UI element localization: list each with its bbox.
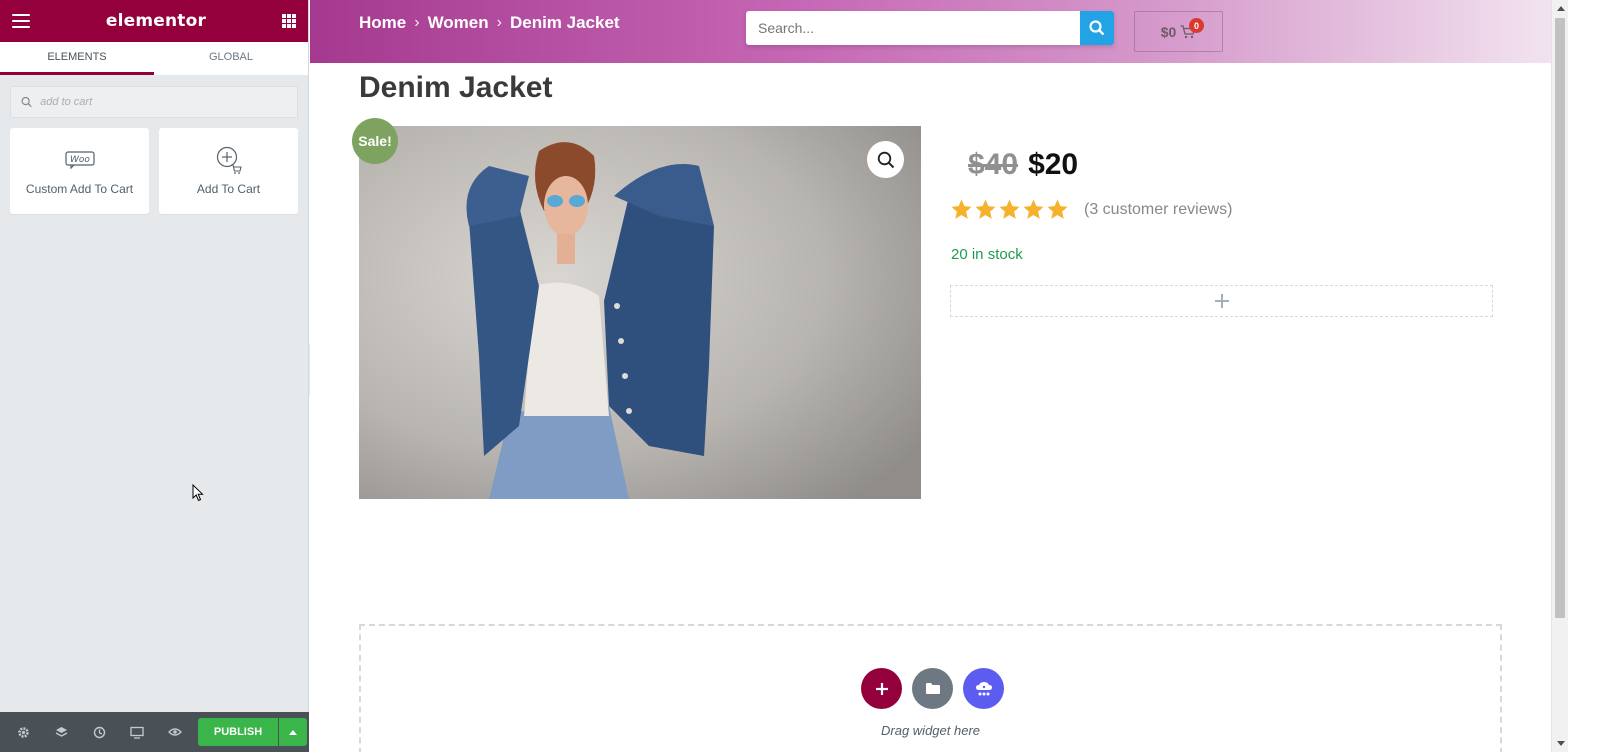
woo-icon: Woo: [64, 146, 95, 174]
chevron-right-icon: ›: [414, 14, 420, 31]
plus-icon: [1214, 294, 1229, 308]
add-section-button[interactable]: [861, 668, 902, 709]
scrollbar-thumb[interactable]: [1555, 18, 1565, 618]
panel-footer: PUBLISH: [0, 712, 309, 752]
search-button[interactable]: [1080, 11, 1114, 45]
widget-label: Add To Cart: [196, 182, 261, 196]
widget-custom-add-to-cart[interactable]: Woo Custom Add To Cart: [10, 128, 149, 214]
star-icon: [999, 199, 1020, 219]
product-image: [359, 126, 921, 499]
regular-price: $40: [968, 148, 1019, 181]
star-icon: [1023, 199, 1044, 219]
scroll-up-arrow-icon[interactable]: [1552, 0, 1569, 17]
add-element-placeholder[interactable]: [950, 285, 1493, 317]
layers-icon[interactable]: [42, 712, 80, 752]
publish-group: PUBLISH: [198, 718, 307, 746]
ai-template-button[interactable]: [963, 668, 1004, 709]
site-search: [746, 11, 1114, 45]
widget-add-to-cart[interactable]: Add To Cart: [159, 128, 298, 214]
star-icon: [1047, 199, 1068, 219]
breadcrumb-current: Denim Jacket: [509, 13, 620, 32]
menu-hamburger-icon[interactable]: [12, 14, 30, 28]
scroll-down-arrow-icon[interactable]: [1552, 735, 1569, 752]
plus-icon: [875, 682, 888, 695]
widget-label: Custom Add To Cart: [25, 182, 134, 196]
ai-cloud-icon: [975, 681, 992, 695]
magnifier-icon: [877, 151, 894, 168]
cart-total: $0: [1160, 23, 1177, 40]
site-header: Home › Women › Denim Jacket $0 0: [310, 0, 1551, 63]
sale-price: $20: [1028, 148, 1079, 181]
star-rating: [950, 198, 1069, 221]
cart-count-badge: 0: [1189, 18, 1204, 33]
price: $40 $20: [968, 148, 1078, 182]
settings-icon[interactable]: [4, 712, 42, 752]
folder-icon: [925, 683, 940, 694]
product-rating: (3 customer reviews): [950, 198, 1232, 221]
add-section-buttons: [861, 668, 1004, 709]
sale-badge: Sale!: [352, 118, 398, 164]
mini-cart-button[interactable]: $0 0: [1134, 11, 1223, 52]
responsive-icon[interactable]: [118, 712, 156, 752]
add-section-drop-area: Drag widget here: [359, 624, 1502, 752]
drag-widget-hint: Drag widget here: [881, 723, 980, 738]
add-to-cart-icon: [216, 146, 242, 174]
panel-header: elementor: [0, 0, 308, 42]
editor-panel: elementor ELEMENTS GLOBAL Woo Custom Add…: [0, 0, 309, 752]
svg-text:Woo: Woo: [70, 155, 90, 165]
preview-eye-icon[interactable]: [156, 712, 194, 752]
caret-up-icon: [289, 729, 297, 735]
star-icon: [975, 199, 996, 219]
product-title: Denim Jacket: [359, 71, 553, 104]
breadcrumb: Home › Women › Denim Jacket: [359, 13, 620, 33]
site-search-input[interactable]: [746, 11, 1080, 45]
window-gutter: [1568, 0, 1600, 752]
widgets-grid-icon[interactable]: [281, 14, 296, 28]
search-icon: [21, 96, 32, 108]
widget-search-input[interactable]: [40, 96, 297, 108]
elementor-logo: elementor: [105, 11, 207, 31]
widget-list: Woo Custom Add To Cart Add To Cart: [0, 128, 308, 214]
breadcrumb-home[interactable]: Home: [359, 13, 406, 33]
reviews-link[interactable]: (3 customer reviews): [1084, 201, 1232, 219]
publish-options-button[interactable]: [279, 718, 307, 746]
star-icon: [951, 199, 972, 219]
publish-button[interactable]: PUBLISH: [198, 718, 278, 746]
panel-tabs: ELEMENTS GLOBAL: [0, 42, 308, 75]
history-icon[interactable]: [80, 712, 118, 752]
tab-global[interactable]: GLOBAL: [154, 42, 308, 75]
stock-status: 20 in stock: [951, 246, 1023, 263]
search-icon: [1089, 20, 1105, 36]
tab-elements[interactable]: ELEMENTS: [0, 42, 154, 75]
breadcrumb-women[interactable]: Women: [428, 13, 489, 33]
mouse-pointer-icon: [192, 483, 204, 507]
add-template-button[interactable]: [912, 668, 953, 709]
widget-search: [10, 86, 298, 118]
chevron-right-icon: ›: [496, 14, 502, 31]
preview-canvas: Home › Women › Denim Jacket $0 0 Denim J…: [310, 0, 1551, 752]
image-zoom-button[interactable]: [867, 141, 904, 178]
vertical-scrollbar[interactable]: [1551, 0, 1568, 752]
